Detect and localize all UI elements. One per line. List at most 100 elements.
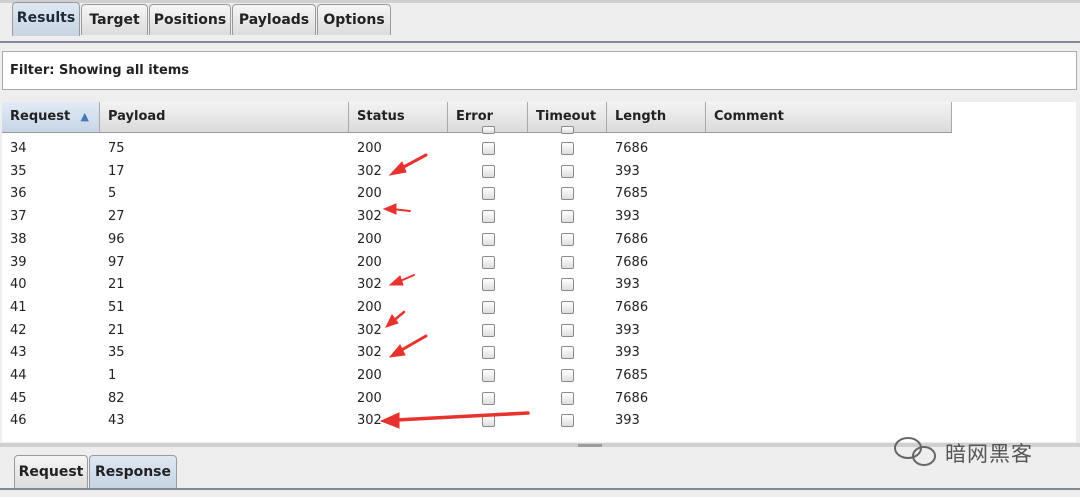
table-row[interactable]: 34 75 200 7686 xyxy=(2,138,952,160)
timeout-checkbox[interactable] xyxy=(561,300,574,314)
error-checkbox[interactable] xyxy=(482,369,495,382)
error-checkbox[interactable] xyxy=(482,232,495,246)
timeout-checkbox[interactable] xyxy=(561,255,574,269)
partial-error-checkbox xyxy=(482,126,495,134)
sort-ascending-icon: ▲ xyxy=(80,110,89,123)
cell-request: 37 xyxy=(10,209,27,225)
cell-status: 200 xyxy=(357,141,382,156)
table-row[interactable]: 45 82 200 7686 xyxy=(2,388,952,410)
cell-request: 42 xyxy=(10,322,27,338)
timeout-checkbox[interactable] xyxy=(561,323,574,337)
column-header-status[interactable]: Status xyxy=(349,102,448,132)
error-checkbox[interactable] xyxy=(482,278,495,292)
window-top-border xyxy=(0,0,1080,3)
error-checkbox[interactable] xyxy=(482,414,495,428)
cell-request: 36 xyxy=(10,186,27,202)
table-row[interactable]: 35 17 302 393 xyxy=(2,161,952,183)
bottom-tab-underline xyxy=(0,488,1080,490)
cell-payload: 75 xyxy=(108,141,125,156)
column-header-comment[interactable]: Comment xyxy=(706,102,952,132)
tab-target[interactable]: Target xyxy=(81,4,148,35)
error-checkbox[interactable] xyxy=(482,391,495,405)
timeout-checkbox[interactable] xyxy=(561,278,574,292)
table-header: Request ▲ Payload Status Error Timeout L… xyxy=(2,102,952,133)
error-checkbox[interactable] xyxy=(482,142,495,155)
error-checkbox[interactable] xyxy=(482,187,495,201)
cell-payload: 5 xyxy=(108,186,117,202)
table-row[interactable]: 37 27 302 393 xyxy=(2,206,952,228)
cell-status: 200 xyxy=(357,390,382,406)
timeout-checkbox[interactable] xyxy=(561,232,574,246)
error-checkbox[interactable] xyxy=(482,300,495,314)
error-checkbox[interactable] xyxy=(482,346,495,360)
cell-comment xyxy=(706,138,952,160)
cell-request: 40 xyxy=(10,277,27,293)
cell-comment xyxy=(706,274,952,296)
column-header-length[interactable]: Length xyxy=(607,102,706,132)
error-checkbox[interactable] xyxy=(482,255,495,269)
cell-status: 200 xyxy=(357,231,382,247)
cell-status: 302 xyxy=(357,413,382,429)
cell-comment xyxy=(706,297,952,319)
cell-request: 38 xyxy=(10,231,27,247)
timeout-checkbox[interactable] xyxy=(561,391,574,405)
table-row[interactable]: 44 1 200 7685 xyxy=(2,365,952,387)
error-checkbox[interactable] xyxy=(482,164,495,178)
cell-comment xyxy=(706,161,952,183)
filter-bar[interactable]: Filter: Showing all items xyxy=(2,51,1077,90)
cell-status: 302 xyxy=(357,322,382,338)
watermark-text: 暗网黑客 xyxy=(945,442,1033,466)
cell-status: 302 xyxy=(357,209,382,225)
table-row[interactable]: 42 21 302 393 xyxy=(2,320,952,342)
cell-length: 7686 xyxy=(615,299,649,315)
table-row[interactable]: 39 97 200 7686 xyxy=(2,252,952,274)
timeout-checkbox[interactable] xyxy=(561,187,574,201)
cell-status: 200 xyxy=(357,368,382,383)
cell-comment xyxy=(706,410,952,432)
cell-request: 35 xyxy=(10,163,27,179)
cell-length: 393 xyxy=(615,209,640,225)
cell-status: 200 xyxy=(357,254,382,270)
timeout-checkbox[interactable] xyxy=(561,414,574,428)
tab-underline xyxy=(0,41,1080,43)
timeout-checkbox[interactable] xyxy=(561,346,574,360)
cell-comment xyxy=(706,342,952,364)
cell-request: 34 xyxy=(10,141,27,156)
cell-length: 393 xyxy=(615,322,640,338)
cell-comment xyxy=(706,206,952,228)
tab-request[interactable]: Request xyxy=(14,455,88,488)
cell-status: 302 xyxy=(357,163,382,179)
cell-payload: 43 xyxy=(108,413,125,429)
tab-results[interactable]: Results xyxy=(12,2,80,36)
table-row[interactable]: 41 51 200 7686 xyxy=(2,297,952,319)
tab-response[interactable]: Response xyxy=(89,455,177,488)
timeout-checkbox[interactable] xyxy=(561,164,574,178)
timeout-checkbox[interactable] xyxy=(561,210,574,224)
cell-comment xyxy=(706,183,952,205)
table-row[interactable]: 38 96 200 7686 xyxy=(2,229,952,251)
cell-payload: 96 xyxy=(108,231,125,247)
tab-payloads[interactable]: Payloads xyxy=(232,4,316,35)
timeout-checkbox[interactable] xyxy=(561,142,574,155)
divider-grip-icon[interactable] xyxy=(578,444,602,447)
cell-length: 7685 xyxy=(615,186,649,202)
error-checkbox[interactable] xyxy=(482,210,495,224)
cell-payload: 97 xyxy=(108,254,125,270)
cell-status: 302 xyxy=(357,345,382,361)
cell-comment xyxy=(706,252,952,274)
results-table: Request ▲ Payload Status Error Timeout L… xyxy=(2,102,952,442)
table-row[interactable]: 46 43 302 393 xyxy=(2,410,952,432)
cell-request: 45 xyxy=(10,390,27,406)
table-row[interactable]: 43 35 302 393 xyxy=(2,342,952,364)
table-row[interactable]: 40 21 302 393 xyxy=(2,274,952,296)
column-header-request[interactable]: Request ▲ xyxy=(2,102,100,132)
column-header-payload[interactable]: Payload xyxy=(100,102,349,132)
cell-length: 393 xyxy=(615,277,640,293)
cell-status: 200 xyxy=(357,299,382,315)
error-checkbox[interactable] xyxy=(482,323,495,337)
table-row[interactable]: 36 5 200 7685 xyxy=(2,183,952,205)
tab-options[interactable]: Options xyxy=(317,4,391,35)
cell-comment xyxy=(706,229,952,251)
timeout-checkbox[interactable] xyxy=(561,369,574,382)
tab-positions[interactable]: Positions xyxy=(149,4,231,35)
